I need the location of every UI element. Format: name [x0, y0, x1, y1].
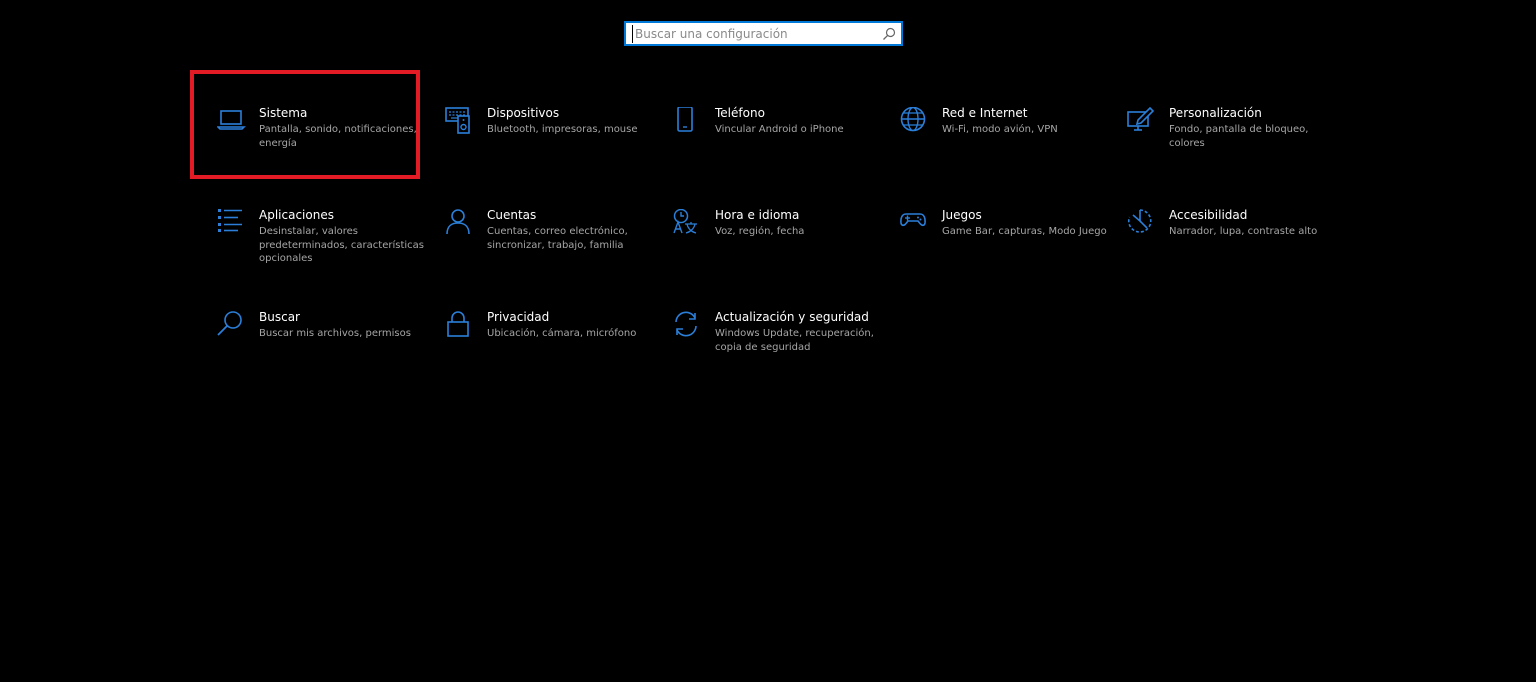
tile-title: Sistema: [259, 106, 308, 120]
tile-description: Wi-Fi, modo avión, VPN: [942, 124, 1058, 135]
tile-telefono[interactable]: Teléfono Vincular Android o iPhone: [673, 105, 883, 195]
search-icon[interactable]: [882, 27, 896, 41]
tile-description: Voz, región, fecha: [715, 226, 805, 237]
search-input[interactable]: [632, 25, 875, 43]
tile-title: Personalización: [1169, 106, 1262, 120]
tile-title: Privacidad: [487, 310, 550, 324]
tile-description: Bluetooth, impresoras, mouse: [487, 124, 638, 135]
tile-description: Game Bar, capturas, Modo Juego: [942, 226, 1107, 237]
tile-cuentas[interactable]: Cuentas Cuentas, correo electrónico, sin…: [445, 207, 655, 297]
tile-red-internet[interactable]: Red e Internet Wi-Fi, modo avión, VPN: [900, 105, 1110, 195]
tile-title: Cuentas: [487, 208, 537, 222]
tile-description: Narrador, lupa, contraste alto: [1169, 226, 1318, 237]
person-icon: [445, 209, 475, 239]
globe-icon: [900, 107, 930, 137]
magnifier-icon: [217, 311, 247, 341]
phone-icon: [673, 107, 703, 137]
tile-description: Buscar mis archivos, permisos: [259, 328, 411, 339]
tile-juegos[interactable]: Juegos Game Bar, capturas, Modo Juego: [900, 207, 1110, 297]
accessibility-icon: [1127, 209, 1157, 239]
tile-title: Hora e idioma: [715, 208, 800, 222]
tile-description: Desinstalar, valores predeterminados, ca…: [259, 226, 424, 264]
tile-title: Aplicaciones: [259, 208, 334, 222]
search-box[interactable]: [624, 21, 903, 46]
lock-icon: [445, 311, 475, 341]
update-icon: [673, 311, 703, 341]
tile-description: Vincular Android o iPhone: [715, 124, 844, 135]
devices-icon: [445, 107, 475, 137]
laptop-icon: [217, 107, 247, 137]
personalization-icon: [1127, 107, 1157, 137]
tile-title: Red e Internet: [942, 106, 1028, 120]
tile-title: Teléfono: [715, 106, 765, 120]
tile-title: Buscar: [259, 310, 300, 324]
tile-description: Pantalla, sonido, notificaciones, energí…: [259, 124, 417, 149]
tile-description: Windows Update, recuperación, copia de s…: [715, 328, 874, 353]
tile-aplicaciones[interactable]: Aplicaciones Desinstalar, valores predet…: [217, 207, 427, 297]
tile-dispositivos[interactable]: Dispositivos Bluetooth, impresoras, mous…: [445, 105, 655, 195]
tile-title: Dispositivos: [487, 106, 560, 120]
tile-sistema[interactable]: Sistema Pantalla, sonido, notificaciones…: [217, 105, 427, 195]
time-language-icon: [673, 209, 703, 239]
tile-description: Cuentas, correo electrónico, sincronizar…: [487, 226, 628, 251]
tile-actualizacion[interactable]: Actualización y seguridad Windows Update…: [673, 309, 883, 399]
tile-privacidad[interactable]: Privacidad Ubicación, cámara, micrófono: [445, 309, 655, 399]
tile-title: Accesibilidad: [1169, 208, 1248, 222]
apps-list-icon: [217, 209, 247, 239]
tile-description: Fondo, pantalla de bloqueo, colores: [1169, 124, 1309, 149]
tile-title: Actualización y seguridad: [715, 310, 869, 324]
gamepad-icon: [900, 209, 930, 239]
tile-buscar[interactable]: Buscar Buscar mis archivos, permisos: [217, 309, 427, 399]
tile-title: Juegos: [942, 208, 982, 222]
tile-personalizacion[interactable]: Personalización Fondo, pantalla de bloqu…: [1127, 105, 1337, 195]
tile-accesibilidad[interactable]: Accesibilidad Narrador, lupa, contraste …: [1127, 207, 1337, 297]
tile-description: Ubicación, cámara, micrófono: [487, 328, 637, 339]
tile-hora-idioma[interactable]: Hora e idioma Voz, región, fecha: [673, 207, 883, 297]
